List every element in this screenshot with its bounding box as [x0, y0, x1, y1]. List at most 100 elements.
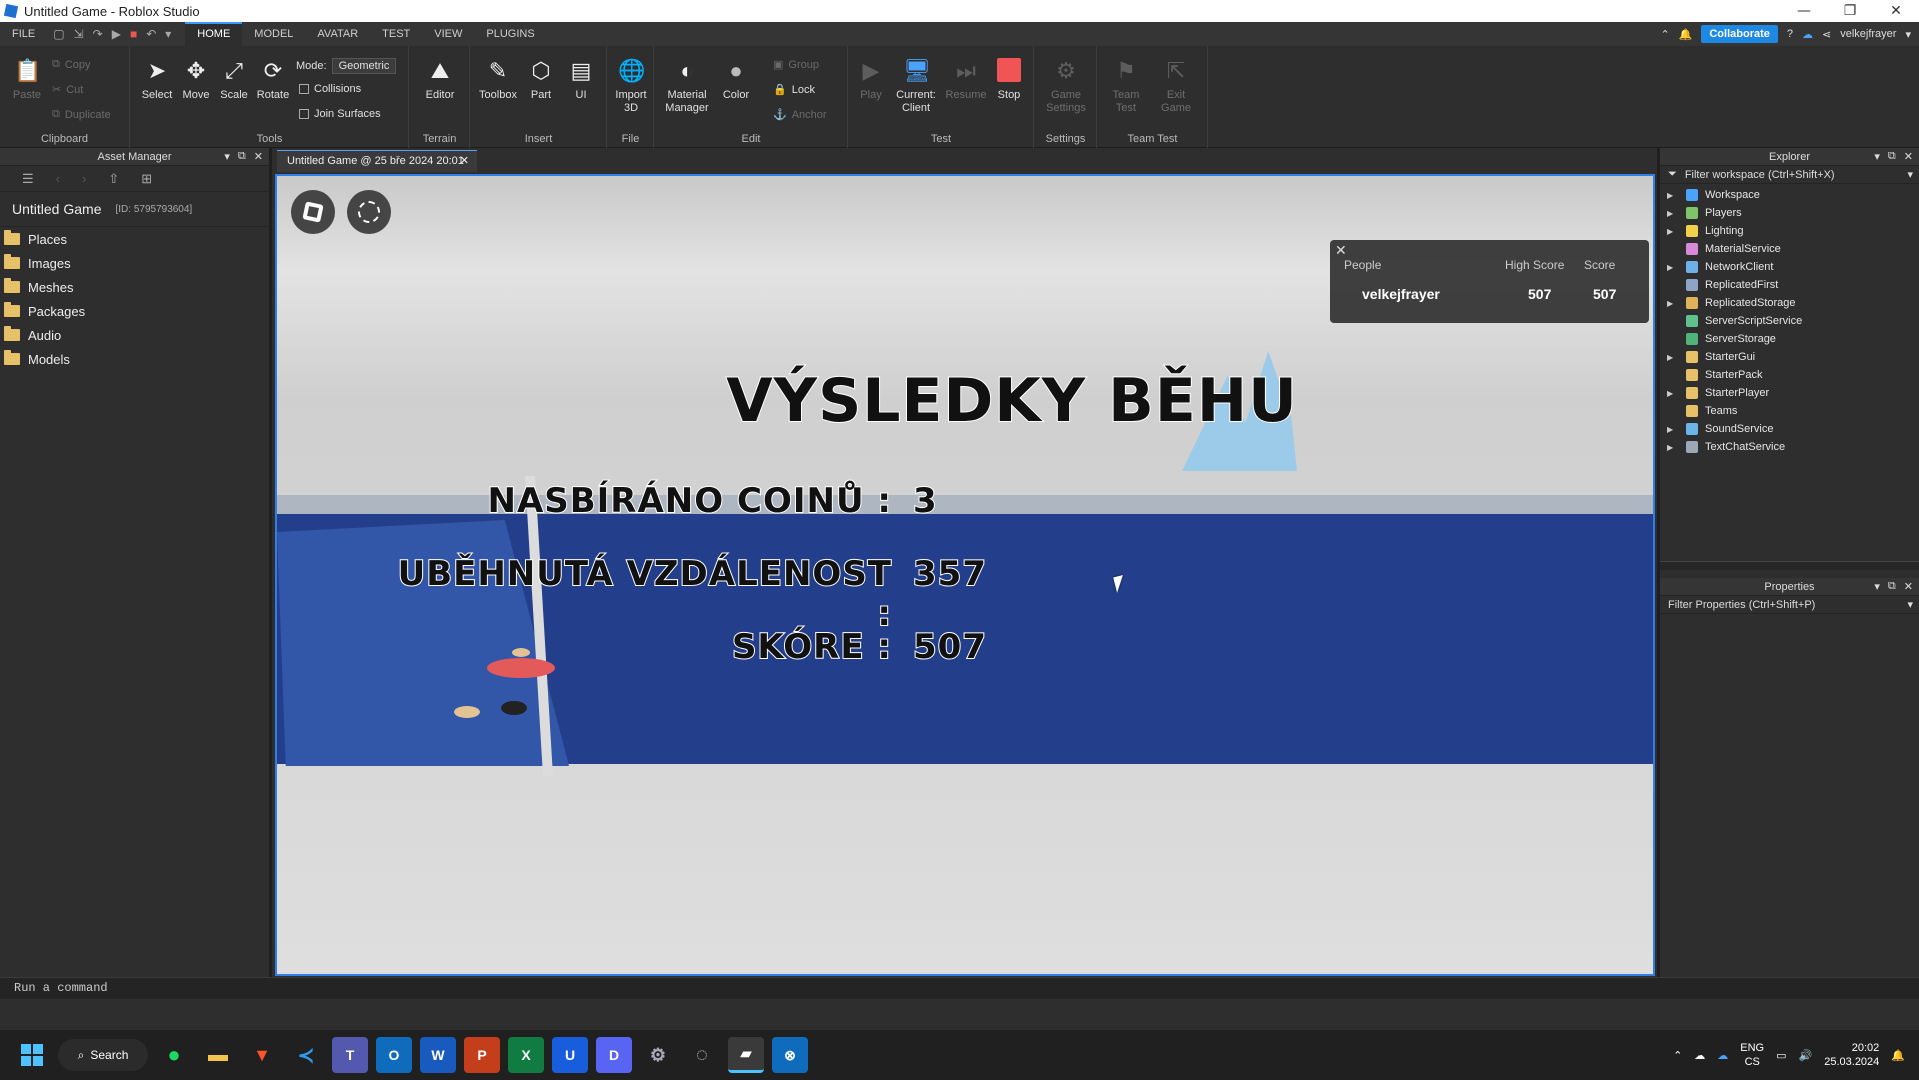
help-icon[interactable]: ? [1787, 28, 1793, 40]
import-3d-button[interactable]: 🌐 Import 3D [610, 58, 652, 115]
windows-start-icon[interactable] [14, 1037, 50, 1073]
redo-icon[interactable]: ↷ [93, 27, 103, 41]
close-icon[interactable]: ✕ [1904, 150, 1913, 163]
paste-button[interactable]: 📋 Paste [8, 58, 46, 102]
back-icon[interactable]: ‹ [56, 171, 60, 186]
chevron-down-icon[interactable]: ▾ [1905, 28, 1911, 41]
game-controller-icon[interactable]: ⚙ [640, 1037, 676, 1073]
tab-model[interactable]: MODEL [242, 22, 305, 46]
folder-images[interactable]: Images [0, 251, 269, 275]
explorer-item[interactable]: ▶ StarterGui [1660, 348, 1919, 366]
minimize-button[interactable]: — [1781, 3, 1827, 19]
language-indicator[interactable]: ENG CS [1740, 1041, 1764, 1069]
current-client-button[interactable]: 🖥 Current: Client [891, 58, 941, 115]
notification-icon[interactable]: 🔔 [1891, 1049, 1905, 1062]
chevron-up-icon[interactable]: ⌃ [1673, 1049, 1682, 1062]
onedrive-icon[interactable]: ☁ [1694, 1049, 1705, 1062]
explorer-item[interactable]: ServerStorage [1660, 330, 1919, 348]
tab-avatar[interactable]: AVATAR [305, 22, 370, 46]
notifications-icon[interactable]: 🔔 [1679, 28, 1693, 41]
expand-arrow-icon[interactable]: ▶ [1660, 425, 1674, 434]
camera-mode-button[interactable] [347, 190, 391, 234]
duplicate-button[interactable]: ⧉ Duplicate [52, 108, 111, 121]
game-viewport[interactable]: VÝSLEDKY BĚHU NASBÍRÁNO COINŮ : 3 UBĚHNU… [275, 174, 1655, 976]
color-button[interactable]: ● Color [715, 58, 757, 102]
brave-browser-icon[interactable]: ▼ [244, 1037, 280, 1073]
tab-plugins[interactable]: PLUGINS [474, 22, 546, 46]
properties-filter-input[interactable]: Filter Properties (Ctrl+Shift+P) ▾ [1660, 596, 1919, 614]
file-menu[interactable]: FILE [0, 22, 47, 46]
expand-arrow-icon[interactable]: ▶ [1660, 299, 1674, 308]
collaborate-button[interactable]: Collaborate [1701, 25, 1778, 43]
volume-icon[interactable]: 🔊 [1799, 1049, 1813, 1062]
sync-icon[interactable]: ☁ [1717, 1049, 1728, 1062]
forward-icon[interactable]: › [82, 171, 86, 186]
upload-icon[interactable]: ⇧ [108, 171, 119, 187]
expand-arrow-icon[interactable]: ▶ [1660, 209, 1674, 218]
resume-button[interactable]: ⏭ Resume [943, 58, 989, 102]
mode-dropdown[interactable]: Geometric [331, 58, 397, 74]
folder-audio[interactable]: Audio [0, 323, 269, 347]
bitwarden-icon[interactable]: U [552, 1037, 588, 1073]
explorer-item[interactable]: ▶ Players [1660, 204, 1919, 222]
explorer-item[interactable]: ReplicatedFirst [1660, 276, 1919, 294]
grid-view-icon[interactable]: ⊞ [141, 171, 152, 187]
browser-icon[interactable]: ◌ [684, 1037, 720, 1073]
excel-icon[interactable]: X [508, 1037, 544, 1073]
exit-game-button[interactable]: ⇱ Exit Game [1154, 58, 1198, 115]
explorer-scrollbar[interactable] [1660, 562, 1919, 570]
close-window-button[interactable]: ✕ [1873, 3, 1919, 19]
expand-arrow-icon[interactable]: ▶ [1660, 443, 1674, 452]
outlook-icon[interactable]: O [376, 1037, 412, 1073]
join-surfaces-checkbox[interactable]: Join Surfaces [299, 108, 381, 120]
expand-arrow-icon[interactable]: ▶ [1660, 191, 1674, 200]
explorer-item[interactable]: ServerScriptService [1660, 312, 1919, 330]
part-button[interactable]: ⬡ Part [521, 58, 561, 102]
document-tab[interactable]: Untitled Game @ 25 bře 2024 20:01 ✕ [277, 150, 477, 172]
stop-icon[interactable]: ■ [130, 27, 137, 41]
expand-arrow-icon[interactable]: ▶ [1660, 389, 1674, 398]
chevron-down-icon[interactable]: ▾ [224, 150, 230, 163]
team-viewer-icon[interactable]: ⊗ [772, 1037, 808, 1073]
explorer-item[interactable]: ▶ Workspace [1660, 186, 1919, 204]
explorer-item[interactable]: MaterialService [1660, 240, 1919, 258]
publish-icon[interactable]: ⇲ [74, 27, 84, 41]
word-icon[interactable]: W [420, 1037, 456, 1073]
maximize-button[interactable]: ❐ [1827, 3, 1873, 19]
menu-icon[interactable]: ☰ [22, 171, 34, 187]
explorer-item[interactable]: ▶ ReplicatedStorage [1660, 294, 1919, 312]
roblox-studio-taskbar-icon[interactable]: ▰ [728, 1037, 764, 1073]
share-icon[interactable]: ⋖ [1822, 28, 1831, 41]
explorer-item[interactable]: ▶ SoundService [1660, 420, 1919, 438]
chevron-down-icon[interactable]: ▾ [1874, 150, 1880, 163]
close-leaderboard-icon[interactable]: ✕ [1335, 242, 1347, 259]
ui-button[interactable]: ▤ UI [561, 58, 601, 102]
username[interactable]: velkejfrayer [1840, 28, 1896, 40]
copy-button[interactable]: ⧉ Copy [52, 58, 91, 71]
close-icon[interactable]: ✕ [1904, 580, 1913, 593]
explorer-item[interactable]: ▶ Lighting [1660, 222, 1919, 240]
close-tab-icon[interactable]: ✕ [460, 154, 469, 167]
taskbar-search[interactable]: ⌕ Search [58, 1039, 148, 1071]
vscode-icon[interactable]: ≺ [288, 1037, 324, 1073]
chevron-down-icon[interactable]: ▾ [1907, 598, 1913, 611]
play-button[interactable]: ▶ Play [853, 58, 889, 102]
expand-arrow-icon[interactable]: ▶ [1660, 227, 1674, 236]
cut-button[interactable]: ✂ Cut [52, 83, 83, 97]
team-test-button[interactable]: ⚑ Team Test [1104, 58, 1148, 115]
folder-models[interactable]: Models [0, 347, 269, 371]
play-icon[interactable]: ▶ [112, 27, 121, 41]
expand-arrow-icon[interactable]: ▶ [1660, 263, 1674, 272]
collapse-ribbon-icon[interactable]: ⌃ [1660, 28, 1669, 41]
explorer-item[interactable]: ▶ NetworkClient [1660, 258, 1919, 276]
explorer-item[interactable]: StarterPack [1660, 366, 1919, 384]
popout-icon[interactable]: ⧉ [1888, 150, 1896, 163]
chevron-down-icon[interactable]: ▾ [1907, 168, 1913, 181]
powerpoint-icon[interactable]: P [464, 1037, 500, 1073]
chevron-down-icon[interactable]: ▾ [1874, 580, 1880, 593]
roblox-menu-button[interactable] [291, 190, 335, 234]
explorer-item[interactable]: ▶ TextChatService [1660, 438, 1919, 456]
move-tool-button[interactable]: ✥ Move [176, 58, 216, 102]
material-manager-button[interactable]: ◐ Material Manager [659, 58, 715, 115]
anchor-button[interactable]: ⚓ Anchor [773, 108, 827, 122]
